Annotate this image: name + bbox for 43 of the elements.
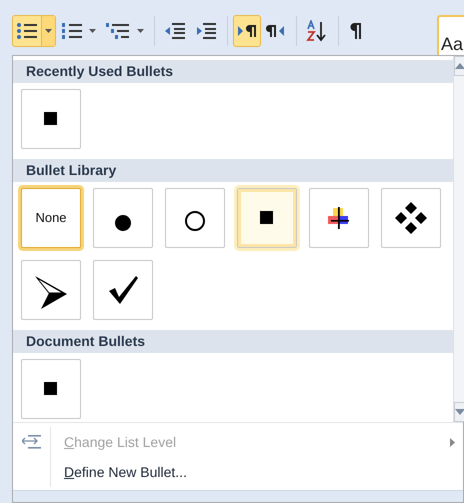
scroll-up-icon[interactable] xyxy=(454,56,464,76)
section-header: Recently Used Bullets xyxy=(13,60,453,83)
bullet-option[interactable] xyxy=(309,188,369,248)
submenu-arrow-icon xyxy=(450,438,455,446)
bullet-option[interactable] xyxy=(237,188,297,248)
arrowhead-bullet-icon xyxy=(33,274,69,310)
circle-bullet-icon xyxy=(184,210,206,232)
diamonds-bullet-icon xyxy=(394,201,428,235)
bullet-option[interactable] xyxy=(93,188,153,248)
bullet-option[interactable] xyxy=(21,359,81,419)
style-preview[interactable]: Aa xyxy=(437,15,464,55)
dropdown-arrow-icon[interactable] xyxy=(137,28,144,32)
bullet-list-icon xyxy=(16,20,38,40)
bullet-option[interactable]: None xyxy=(21,188,81,248)
checkmark-bullet-icon xyxy=(107,274,139,306)
bullet-option[interactable] xyxy=(21,260,81,320)
left-to-right-icon xyxy=(237,22,257,38)
multilevel-list-icon xyxy=(105,20,131,40)
section-header: Bullet Library xyxy=(13,159,453,182)
dropdown-arrow-icon[interactable] xyxy=(45,28,52,32)
section-header: Document Bullets xyxy=(13,330,453,353)
right-to-left-icon xyxy=(266,22,286,38)
change-level-icon xyxy=(22,435,42,449)
decrease-indent-icon xyxy=(164,20,186,40)
sort-icon xyxy=(306,20,328,42)
scrollbar[interactable] xyxy=(453,56,464,422)
bullet-option[interactable] xyxy=(381,188,441,248)
pilcrow-icon xyxy=(348,22,362,40)
ltr-button[interactable] xyxy=(233,14,261,46)
disc-bullet-icon xyxy=(114,214,132,232)
square-bullet-icon xyxy=(44,112,58,126)
numbered-list-icon xyxy=(61,20,83,40)
bullets-button[interactable] xyxy=(12,14,56,46)
increase-indent-icon xyxy=(195,20,217,40)
square-bullet-icon xyxy=(44,382,58,396)
plus-bullet-icon xyxy=(327,206,351,230)
bullet-option[interactable] xyxy=(21,89,81,149)
bullet-option[interactable] xyxy=(165,188,225,248)
square-bullet-icon xyxy=(260,211,274,225)
scroll-down-icon[interactable] xyxy=(454,402,464,422)
bullet-option[interactable] xyxy=(93,260,153,320)
dropdown-arrow-icon[interactable] xyxy=(89,28,96,32)
menu-item[interactable]: Define New Bullet... xyxy=(64,462,187,482)
